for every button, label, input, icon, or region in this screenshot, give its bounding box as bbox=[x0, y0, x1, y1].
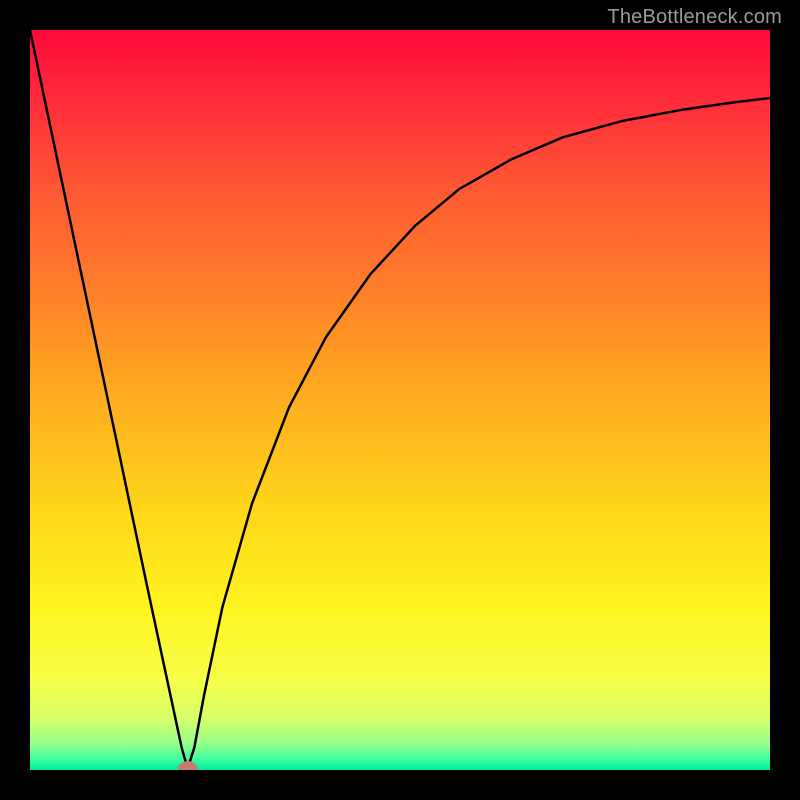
watermark-label: TheBottleneck.com bbox=[607, 6, 782, 29]
gradient-background bbox=[30, 30, 770, 770]
plot-area bbox=[30, 30, 770, 770]
bottleneck-chart bbox=[30, 30, 770, 770]
chart-frame: TheBottleneck.com bbox=[0, 0, 800, 800]
